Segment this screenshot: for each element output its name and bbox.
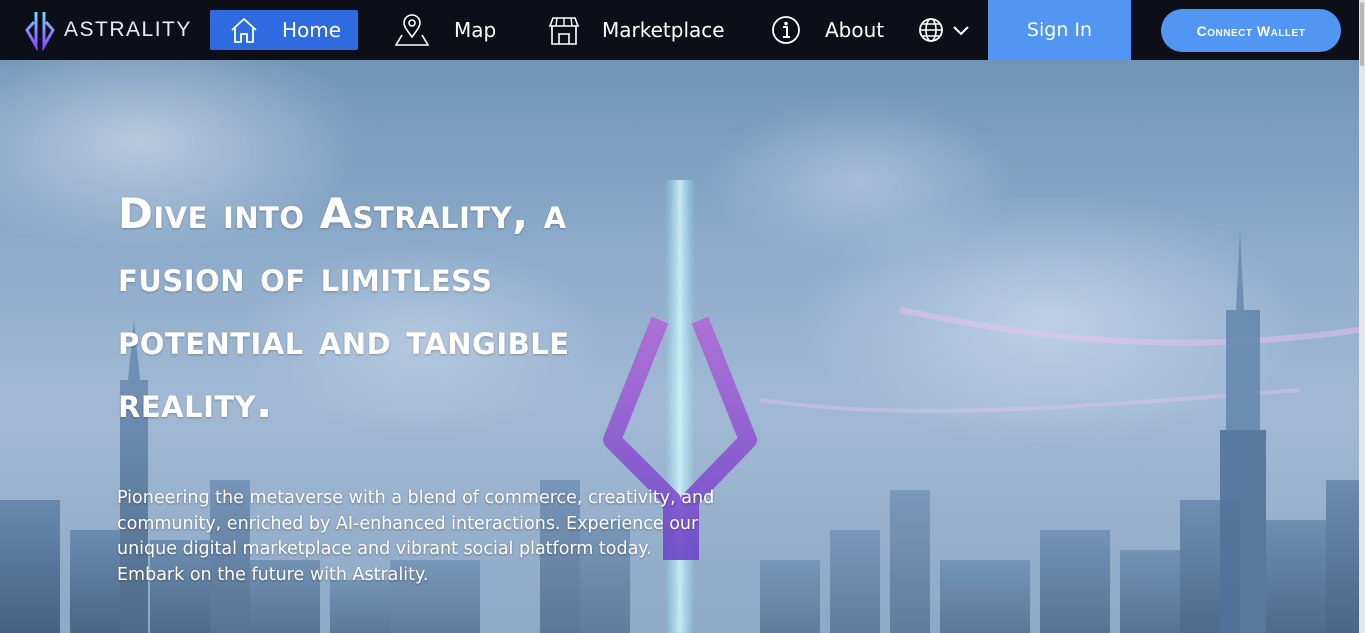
chevron-down-icon [952, 24, 970, 36]
hero-headline: Dive into Astrality, a fusion of limitle… [118, 189, 570, 427]
nav-about[interactable]: About [771, 10, 884, 50]
hero-subtext: Pioneering the metaverse with a blend of… [117, 488, 715, 585]
page-scrollbar[interactable] [1359, 0, 1365, 633]
hero-section: Dive into Astrality, a fusion of limitle… [0, 60, 1359, 633]
nav-map[interactable]: Map [394, 10, 496, 50]
astrality-logo-icon [25, 12, 55, 52]
connect-wallet-button[interactable]: Connect Wallet [1161, 9, 1341, 52]
home-icon [228, 16, 260, 44]
map-pin-icon [394, 13, 430, 47]
top-nav: ASTRALITY Home Map Marketplace About Sig… [0, 0, 1365, 60]
nav-marketplace-label: Marketplace [602, 18, 725, 42]
brand-name: ASTRALITY [64, 18, 192, 41]
nav-home-label: Home [282, 18, 342, 42]
brand-logo[interactable]: ASTRALITY [24, 8, 192, 52]
storefront-icon [548, 14, 580, 46]
scrollbar-thumb[interactable] [1360, 2, 1364, 66]
nav-map-label: Map [454, 18, 497, 42]
info-icon [771, 15, 801, 45]
language-selector[interactable] [918, 10, 970, 50]
sign-in-button[interactable]: Sign In [988, 0, 1131, 60]
globe-icon [918, 17, 944, 43]
nav-marketplace[interactable]: Marketplace [548, 10, 725, 50]
nav-about-label: About [825, 18, 885, 42]
nav-home[interactable]: Home [210, 10, 358, 50]
